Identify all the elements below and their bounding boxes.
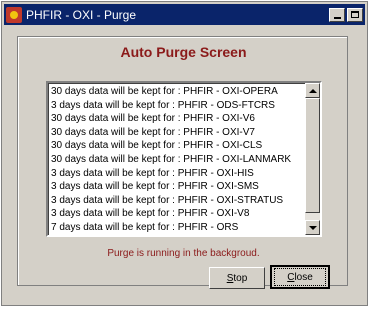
vertical-scrollbar[interactable]: [305, 83, 320, 235]
maximize-button[interactable]: [347, 7, 363, 22]
screen-title: Auto Purge Screen: [120, 44, 247, 60]
maximize-icon: [351, 11, 359, 18]
arrow-down-icon: [308, 225, 317, 230]
stop-button[interactable]: Stop: [209, 267, 265, 289]
list-item[interactable]: 30 days data will be kept for : PHFIR - …: [50, 139, 306, 153]
arrow-up-icon: [308, 88, 317, 93]
close-mnemonic: C: [287, 271, 295, 283]
list-item[interactable]: 3 days data will be kept for : PHFIR - O…: [50, 180, 306, 194]
close-button[interactable]: Close: [270, 265, 330, 289]
status-text: Purge is running in the backgroud.: [107, 248, 260, 259]
scroll-thumb[interactable]: [305, 98, 320, 213]
window-title: PHFIR - OXI - Purge: [26, 7, 137, 22]
list-item[interactable]: 30 days data will be kept for : PHFIR - …: [50, 153, 306, 167]
close-focus-rect: Close: [274, 268, 326, 286]
scroll-up-button[interactable]: [305, 83, 320, 98]
list-item[interactable]: 30 days data will be kept for : PHFIR - …: [50, 85, 306, 99]
list-item[interactable]: 7 days data will be kept for : PHFIR - O…: [50, 221, 306, 235]
list-items: 30 days data will be kept for : PHFIR - …: [50, 85, 306, 235]
purge-list[interactable]: 30 days data will be kept for : PHFIR - …: [46, 81, 322, 237]
stop-mnemonic: S: [226, 272, 234, 284]
app-icon: [6, 6, 22, 23]
close-label: lose: [294, 271, 313, 283]
list-item[interactable]: 30 days data will be kept for : PHFIR - …: [50, 126, 306, 140]
list-item[interactable]: 30 days data will be kept for : PHFIR - …: [50, 112, 306, 126]
title-bar[interactable]: PHFIR - OXI - Purge: [4, 4, 365, 25]
list-item[interactable]: 3 days data will be kept for : PHFIR - O…: [50, 194, 306, 208]
list-item[interactable]: 3 days data will be kept for : PHFIR - O…: [50, 167, 306, 181]
list-item[interactable]: 3 days data will be kept for : PHFIR - O…: [50, 207, 306, 221]
list-item[interactable]: 3 days data will be kept for : PHFIR - O…: [50, 99, 306, 113]
minimize-icon: [333, 16, 341, 19]
minimize-button[interactable]: [329, 7, 345, 22]
stop-label: top: [233, 272, 248, 284]
scroll-down-button[interactable]: [305, 220, 320, 235]
